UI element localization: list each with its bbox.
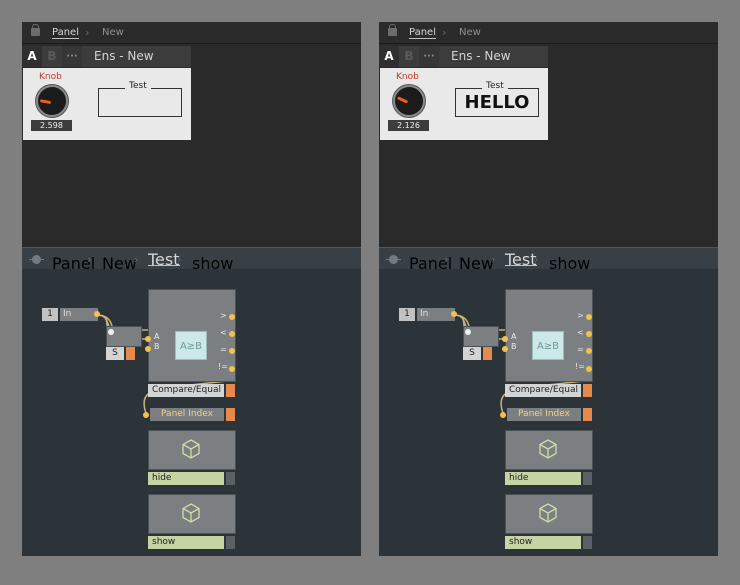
panel-index-corner-button[interactable] bbox=[226, 408, 235, 421]
s-input-port[interactable] bbox=[465, 329, 471, 335]
out-neq-port[interactable] bbox=[229, 366, 235, 372]
breadcrumb-panel[interactable]: Panel bbox=[52, 27, 79, 39]
cube-icon bbox=[539, 503, 557, 523]
cube-icon bbox=[182, 503, 200, 523]
panel-index-corner-button[interactable] bbox=[583, 408, 592, 421]
s-corner-button[interactable] bbox=[126, 347, 135, 360]
ensemble-title: Ens - New bbox=[451, 49, 511, 63]
cube-icon bbox=[539, 439, 557, 459]
out-gt-port[interactable] bbox=[586, 314, 592, 320]
compare-label: Compare/Equal bbox=[148, 384, 224, 397]
out-gt-label: > bbox=[220, 311, 227, 320]
port-b-label: B bbox=[511, 342, 517, 351]
ensemble-tabs: A B ··· Ens - New bbox=[22, 46, 191, 67]
structure-view-right: Panel › New A B ··· Ens - New Knob 2.126… bbox=[379, 22, 718, 556]
test-label: Test bbox=[125, 81, 151, 91]
port-a[interactable] bbox=[145, 336, 151, 342]
out-eq-label: = bbox=[220, 345, 227, 354]
knob-indicator bbox=[39, 99, 52, 105]
ensemble-panel: Knob 2.126 Test HELLO bbox=[380, 68, 548, 140]
out-eq-label: = bbox=[577, 345, 584, 354]
show-label: show bbox=[505, 536, 581, 549]
hide-label: hide bbox=[148, 472, 224, 485]
in-output-port[interactable] bbox=[451, 311, 457, 317]
knob-indicator bbox=[396, 96, 409, 104]
knob-value[interactable]: 2.126 bbox=[388, 120, 429, 131]
panel-breadcrumb-bar: Panel › New bbox=[22, 22, 361, 44]
test-label: Test bbox=[482, 81, 508, 91]
port-a[interactable] bbox=[502, 336, 508, 342]
breadcrumb-new[interactable]: New bbox=[459, 27, 481, 38]
s-corner-button[interactable] bbox=[483, 347, 492, 360]
show-corner-button[interactable] bbox=[583, 536, 592, 549]
test-value: HELLO bbox=[464, 92, 530, 113]
hide-label: hide bbox=[505, 472, 581, 485]
show-label: show bbox=[148, 536, 224, 549]
lock-icon[interactable] bbox=[388, 24, 397, 36]
compare-display: A≥B bbox=[532, 331, 564, 360]
out-lt-label: < bbox=[220, 328, 227, 337]
port-b[interactable] bbox=[502, 346, 508, 352]
out-lt-port[interactable] bbox=[229, 331, 235, 337]
input-number[interactable]: 1 bbox=[399, 308, 415, 321]
knob-value[interactable]: 2.598 bbox=[31, 120, 72, 131]
tab-a[interactable]: A bbox=[379, 46, 399, 67]
out-gt-label: > bbox=[577, 311, 584, 320]
ensemble-tabs: A B ··· Ens - New bbox=[379, 46, 548, 67]
lock-icon[interactable] bbox=[31, 24, 40, 36]
out-eq-port[interactable] bbox=[586, 348, 592, 354]
compare-display: A≥B bbox=[175, 331, 207, 360]
s-module-label: S bbox=[106, 347, 124, 360]
out-gt-port[interactable] bbox=[229, 314, 235, 320]
input-in-label[interactable]: In bbox=[60, 308, 98, 321]
structure-view-left: Panel › New A B ··· Ens - New Knob 2.598… bbox=[22, 22, 361, 556]
input-number[interactable]: 1 bbox=[42, 308, 58, 321]
out-neq-label: != bbox=[575, 362, 585, 371]
knob-label: Knob bbox=[396, 72, 419, 82]
test-display: Test bbox=[98, 81, 182, 117]
structure-editor: Panel › New › Test › show 1 In S A B A≥B bbox=[22, 247, 361, 556]
ensemble-panel: Knob 2.598 Test bbox=[23, 68, 191, 140]
hide-corner-button[interactable] bbox=[583, 472, 592, 485]
panel-index-input-port[interactable] bbox=[143, 412, 149, 418]
hide-corner-button[interactable] bbox=[226, 472, 235, 485]
s-input-port[interactable] bbox=[108, 329, 114, 335]
panel-index-module[interactable]: Panel Index bbox=[150, 408, 224, 421]
breadcrumb-panel[interactable]: Panel bbox=[409, 27, 436, 39]
compare-label: Compare/Equal bbox=[505, 384, 581, 397]
panel-index-input-port[interactable] bbox=[500, 412, 506, 418]
tab-a[interactable]: A bbox=[22, 46, 42, 67]
knob[interactable] bbox=[391, 83, 427, 119]
out-lt-label: < bbox=[577, 328, 584, 337]
compare-corner-button[interactable] bbox=[226, 384, 235, 397]
tab-b[interactable]: B bbox=[401, 46, 417, 67]
out-lt-port[interactable] bbox=[586, 331, 592, 337]
port-b-label: B bbox=[154, 342, 160, 351]
cube-icon bbox=[182, 439, 200, 459]
test-display: Test HELLO bbox=[455, 81, 539, 117]
out-eq-port[interactable] bbox=[229, 348, 235, 354]
knob[interactable] bbox=[33, 82, 71, 120]
chevron-right-icon: › bbox=[85, 26, 90, 39]
in-output-port[interactable] bbox=[94, 311, 100, 317]
compare-corner-button[interactable] bbox=[583, 384, 592, 397]
input-in-label[interactable]: In bbox=[417, 308, 455, 321]
ensemble-title: Ens - New bbox=[94, 49, 154, 63]
port-b[interactable] bbox=[145, 346, 151, 352]
more-menu-button[interactable]: ··· bbox=[62, 46, 82, 67]
s-module-label: S bbox=[463, 347, 481, 360]
breadcrumb-new[interactable]: New bbox=[102, 27, 124, 38]
tab-b[interactable]: B bbox=[44, 46, 60, 67]
more-menu-button[interactable]: ··· bbox=[419, 46, 439, 67]
port-a-label: A bbox=[154, 332, 160, 341]
port-a-label: A bbox=[511, 332, 517, 341]
structure-editor: Panel › New › Test › show 1 In S A B A≥B… bbox=[379, 247, 718, 556]
panel-index-module[interactable]: Panel Index bbox=[507, 408, 581, 421]
knob-label: Knob bbox=[39, 72, 62, 82]
show-corner-button[interactable] bbox=[226, 536, 235, 549]
chevron-right-icon: › bbox=[442, 26, 447, 39]
panel-breadcrumb-bar: Panel › New bbox=[379, 22, 718, 44]
out-neq-label: != bbox=[218, 362, 228, 371]
out-neq-port[interactable] bbox=[586, 366, 592, 372]
